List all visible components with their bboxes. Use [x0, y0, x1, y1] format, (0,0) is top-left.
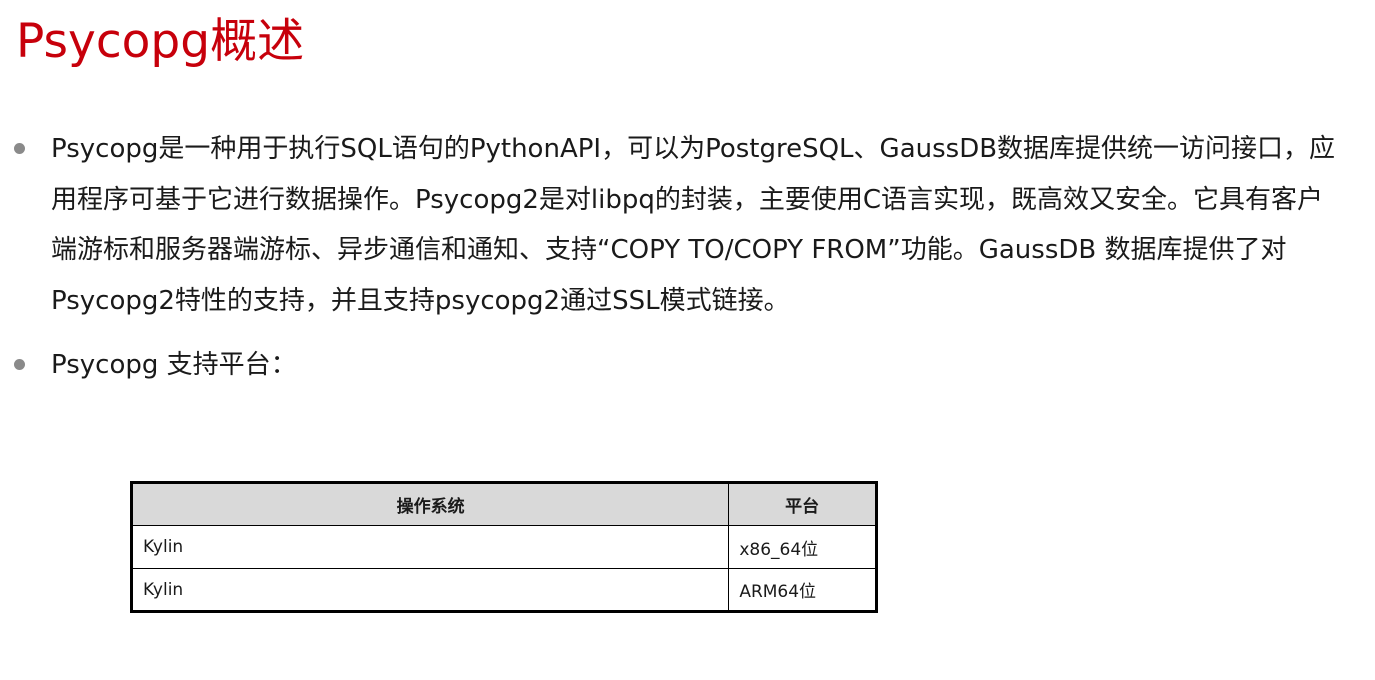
bullet-item-platforms: Psycopg 支持平台： — [0, 340, 1375, 391]
cell-platform: x86_64位 — [728, 525, 877, 569]
header-platform: 平台 — [728, 482, 877, 526]
bullet-dot-icon — [14, 143, 25, 154]
bullet-dot-icon — [14, 359, 25, 370]
bullet-item-description: Psycopg是一种用于执行SQL语句的PythonAPI，可以为Postgre… — [0, 124, 1375, 326]
header-operating-system: 操作系统 — [130, 482, 730, 526]
cell-operating-system: Kylin — [130, 525, 730, 569]
bullet-text-platforms: Psycopg 支持平台： — [51, 350, 297, 380]
cell-operating-system: Kylin — [130, 568, 730, 612]
table-row: Kylin ARM64位 — [130, 568, 877, 612]
table-row: Kylin x86_64位 — [130, 525, 877, 569]
slide-title: Psycopg概述 — [16, 14, 305, 69]
cell-platform: ARM64位 — [728, 568, 877, 612]
bullet-text-description: Psycopg是一种用于执行SQL语句的PythonAPI，可以为Postgre… — [51, 134, 1336, 316]
slide: Psycopg概述 Psycopg是一种用于执行SQL语句的PythonAPI，… — [0, 0, 1375, 680]
bullet-list: Psycopg是一种用于执行SQL语句的PythonAPI，可以为Postgre… — [0, 124, 1375, 391]
table-header-row: 操作系统 平台 — [130, 482, 877, 526]
platform-support-table: 操作系统 平台 Kylin x86_64位 Kylin ARM64位 — [130, 481, 878, 613]
